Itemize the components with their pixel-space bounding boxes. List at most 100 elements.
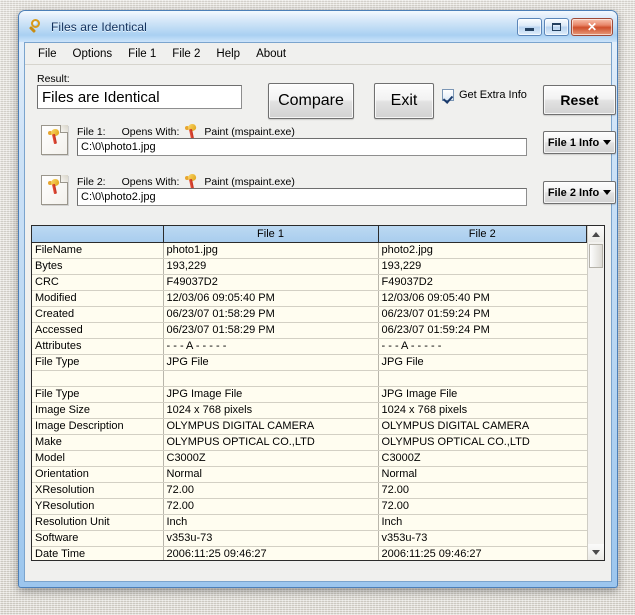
file-1-info-button[interactable]: File 1 Info [543,131,616,154]
cell-file-1: 2006:11:25 09:46:27 [163,546,379,560]
cell-property: File Type [32,354,164,371]
cell-file-1: JPG File [163,354,379,371]
cell-property: YResolution [32,498,164,515]
cell-property: File Type [32,386,164,403]
maximize-icon [552,22,561,31]
cell-property: Date Time [32,546,164,560]
cell-file-1: 1024 x 768 pixels [163,402,379,419]
get-extra-info-checkbox[interactable]: Get Extra Info [442,89,527,101]
compare-button[interactable]: Compare [268,83,354,119]
magnifier-icon [27,18,45,36]
chevron-down-icon [603,190,612,195]
table-row[interactable]: Orientation Normal Normal [32,466,587,483]
table-row[interactable]: Software v353u-73 v353u-73 [32,530,587,547]
table-row[interactable]: XResolution 72.00 72.00 [32,482,587,499]
table-row[interactable]: YResolution 72.00 72.00 [32,498,587,515]
cell-property: Make [32,434,164,451]
status-strip [31,563,605,577]
get-extra-info-label: Get Extra Info [459,89,527,101]
cell-file-1: C3000Z [163,450,379,467]
table-row[interactable]: Accessed 06/23/07 01:58:29 PM 06/23/07 01:… [32,322,587,339]
cell-file-2: C3000Z [378,450,587,467]
table-row[interactable]: Image Description OLYMPUS DIGITAL CAMERA O… [32,418,587,435]
file-2-index-label: File 2: [77,176,106,188]
cell-file-1: Normal [163,466,379,483]
cell-file-1: JPG Image File [163,386,379,403]
cell-property: CRC [32,274,164,291]
close-icon: ✕ [586,19,598,34]
application-window: Files are Identical ✕ File Options File … [18,10,618,588]
cell-property [32,370,164,387]
cell-file-2: 06/23/07 01:59:24 PM [378,306,587,323]
table-row[interactable]: Resolution Unit Inch Inch [32,514,587,531]
cell-property: Accessed [32,322,164,339]
cell-file-1: 06/23/07 01:58:29 PM [163,306,379,323]
client-area: File Options File 1 File 2 Help About Re… [24,42,616,582]
table-row[interactable]: Bytes 193,229 193,229 [32,258,587,275]
table-header-row: File 1 File 2 [32,226,587,243]
file-2-path-value: C:\0\photo2.jpg [81,191,156,203]
menu-file[interactable]: File [30,45,65,63]
menu-about[interactable]: About [248,45,294,63]
table-row[interactable]: FileName photo1.jpg photo2.jpg [32,242,587,259]
menu-options[interactable]: Options [65,45,121,63]
cell-file-1: OLYMPUS OPTICAL CO.,LTD [163,434,379,451]
cell-file-2: 72.00 [378,482,587,499]
cell-file-2: photo2.jpg [378,242,587,259]
table-row[interactable]: Attributes - - - A - - - - -- - - A - - -… [32,338,587,355]
file-2-app-name: Paint (mspaint.exe) [204,176,295,188]
scroll-down-button[interactable] [588,544,604,560]
table-row[interactable]: Created 06/23/07 01:58:29 PM 06/23/07 01:5… [32,306,587,323]
file-2-info-button[interactable]: File 2 Info [543,181,616,204]
table-row[interactable]: Model C3000Z C3000Z [32,450,587,467]
cell-file-2: 72.00 [378,498,587,515]
cell-file-2 [378,370,587,387]
cell-property: Created [32,306,164,323]
file-1-path-field[interactable]: C:\0\photo1.jpg [77,138,527,156]
table-row[interactable]: File Type JPG Image File JPG Image File [32,386,587,403]
table-row[interactable]: Image Size 1024 x 768 pixels 1024 x 768 pi… [32,402,587,419]
cell-property: Software [32,530,164,547]
table-row[interactable]: CRC F49037D2 F49037D2 [32,274,587,291]
reset-button[interactable]: Reset [543,85,616,115]
window-controls: ✕ [517,17,617,36]
file-1-app-name: Paint (mspaint.exe) [204,126,295,138]
minimize-button[interactable] [517,17,542,36]
maximize-button[interactable] [544,17,569,36]
exit-button[interactable]: Exit [374,83,434,119]
table-row[interactable]: File Type JPG File JPG File [32,354,587,371]
menu-file-2[interactable]: File 2 [164,45,208,63]
window-title: Files are Identical [51,19,147,34]
cell-property: Attributes [32,338,164,355]
column-header-file-1[interactable]: File 1 [163,226,379,243]
cell-property: Modified [32,290,164,307]
cell-file-1: 72.00 [163,498,379,515]
table-vertical-scrollbar[interactable] [587,226,604,560]
chevron-down-icon [603,140,612,145]
window-titlebar[interactable]: Files are Identical ✕ [19,11,617,42]
cell-file-1: photo1.jpg [163,242,379,259]
comparison-table-body: FileName photo1.jpg photo2.jpg Bytes 193,229… [32,242,587,560]
file-2-document-icon [41,175,68,205]
column-header-file-2[interactable]: File 2 [378,226,587,243]
close-button[interactable]: ✕ [571,17,613,36]
table-row[interactable]: Date Time 2006:11:25 09:46:27 2006:11:25 0… [32,546,587,560]
triangle-up-icon [592,231,600,237]
file-1-index-label: File 1: [77,126,106,138]
menu-file-1[interactable]: File 1 [120,45,164,63]
table-row[interactable]: Make OLYMPUS OPTICAL CO.,LTD OLYMPUS OPTIC… [32,434,587,451]
file-2-path-field[interactable]: C:\0\photo2.jpg [77,188,527,206]
scrollbar-thumb[interactable] [589,244,603,268]
cell-property: Image Description [32,418,164,435]
file-1-opens-with-label: Opens With: [121,126,180,138]
scroll-up-button[interactable] [588,226,604,242]
cell-file-2: - - - A - - - - - [378,338,587,355]
menu-help[interactable]: Help [208,45,248,63]
file-1-document-icon [41,125,68,155]
table-row[interactable]: Modified 12/03/06 09:05:40 PM 12/03/06 09:… [32,290,587,307]
cell-file-1: - - - A - - - - - [163,338,379,355]
column-header-property[interactable] [32,226,164,243]
cell-property: Resolution Unit [32,514,164,531]
cell-file-1: v353u-73 [163,530,379,547]
table-row[interactable] [32,370,587,387]
